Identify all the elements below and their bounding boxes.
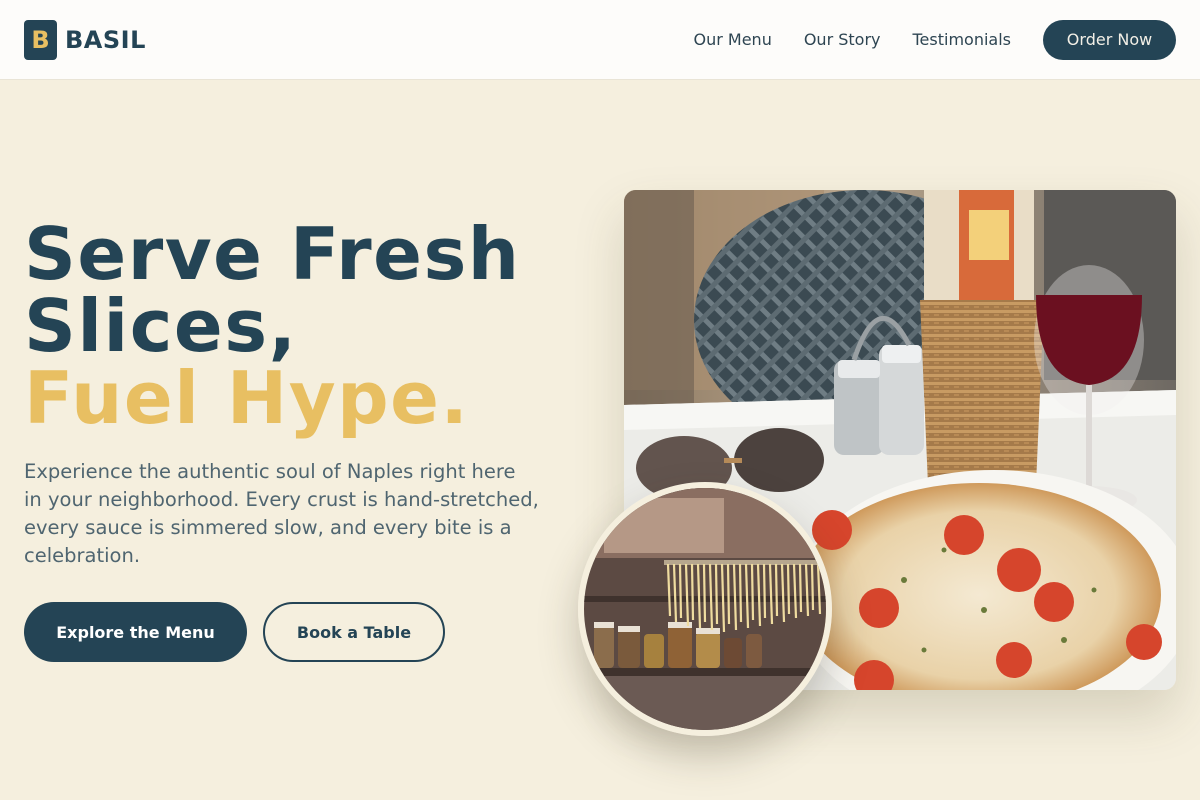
hero-description: Experience the authentic soul of Naples …: [24, 460, 539, 567]
hero-title-line-2: Slices,: [24, 284, 298, 368]
nav-link-testimonials[interactable]: Testimonials: [913, 30, 1012, 49]
nav-link-our-menu[interactable]: Our Menu: [694, 30, 772, 49]
brand-name: BASIL: [65, 25, 146, 54]
hero-title: Serve Fresh Slices, Fuel Hype.: [24, 218, 521, 434]
hero-title-accent: Fuel Hype.: [24, 356, 470, 440]
explore-menu-button[interactable]: Explore the Menu: [24, 602, 247, 662]
fresh-pasta-kitchen-photo: [578, 482, 832, 736]
site-header: B BASIL Our Menu Our Story Testimonials …: [0, 0, 1200, 80]
order-now-button[interactable]: Order Now: [1043, 19, 1176, 60]
brand-logo[interactable]: B BASIL: [24, 19, 146, 60]
hero-title-line-1: Serve Fresh: [24, 212, 521, 296]
logo-mark: B: [24, 19, 57, 60]
nav-link-our-story[interactable]: Our Story: [804, 30, 881, 49]
book-table-button[interactable]: Book a Table: [263, 602, 445, 662]
main-nav: Our Menu Our Story Testimonials Order No…: [694, 19, 1176, 60]
